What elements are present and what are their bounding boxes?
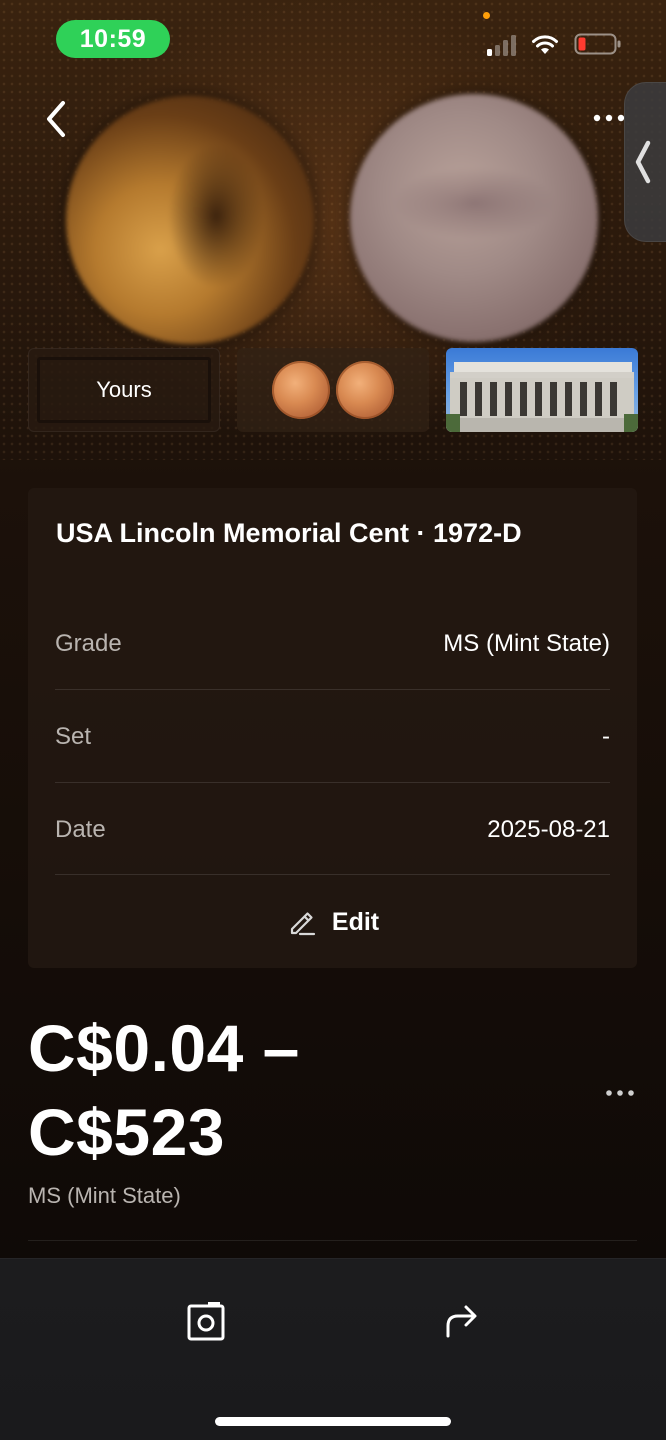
set-value: - [602,723,610,750]
status-icons [487,30,622,56]
price-more-button[interactable] [604,1084,638,1102]
lincoln-memorial-image [446,362,638,432]
side-panel-tab[interactable] [624,82,666,242]
reference-coin-reverse [336,361,394,419]
price-range: C$0.04 – C$523 [28,1006,300,1174]
share-button[interactable] [438,1297,486,1345]
home-indicator[interactable] [215,1417,451,1426]
chevron-left-icon [47,101,65,137]
thumbnail-reference-coins[interactable] [237,348,429,432]
privacy-indicator [483,12,490,19]
edit-label: Edit [331,907,380,936]
battery-icon [574,33,621,55]
thumbnail-lincoln-memorial[interactable] [446,348,638,432]
price-range-line-1: C$0.04 – [28,1011,300,1085]
grade-value: MS (Mint State) [443,630,610,657]
info-row-grade: Grade MS (Mint State) [55,598,610,690]
set-label: Set [55,723,92,750]
pencil-icon [290,912,315,936]
divider [55,874,610,875]
share-icon [446,1305,477,1338]
wifi-icon [532,35,558,54]
price-range-line-2: C$523 [28,1095,225,1169]
thumbnail-yours[interactable]: Yours [28,348,220,432]
edit-button[interactable]: Edit [28,876,637,968]
chevron-left-icon [635,140,651,184]
divider [55,689,610,690]
grade-label: Grade [55,630,122,657]
bottom-toolbar [0,1258,666,1440]
signal-icon [487,34,516,56]
more-horizontal-icon [606,1090,634,1096]
camera-button[interactable] [182,1297,230,1345]
coin-detail-screen: 10:59 Yours USA Lincoln Memorial Cent · … [0,0,666,1440]
date-label: Date [55,816,106,843]
coin-title: USA Lincoln Memorial Cent · 1972-D [56,518,522,548]
back-button[interactable] [36,96,76,142]
divider [55,782,610,783]
status-time: 10:59 [56,20,170,58]
thumbnail-yours-label: Yours [37,357,211,423]
coin-obverse-image[interactable] [66,96,314,344]
camera-icon [187,1302,225,1341]
price-grade-label: MS (Mint State) [28,1183,181,1208]
coin-reverse-image[interactable] [350,94,598,342]
info-row-date: Date 2025-08-21 [55,784,610,876]
reference-coin-obverse [272,361,330,419]
divider [28,1240,637,1241]
coin-info-card: USA Lincoln Memorial Cent · 1972-D Grade… [28,488,637,968]
info-row-set: Set - [55,691,610,783]
date-value: 2025-08-21 [487,816,610,843]
